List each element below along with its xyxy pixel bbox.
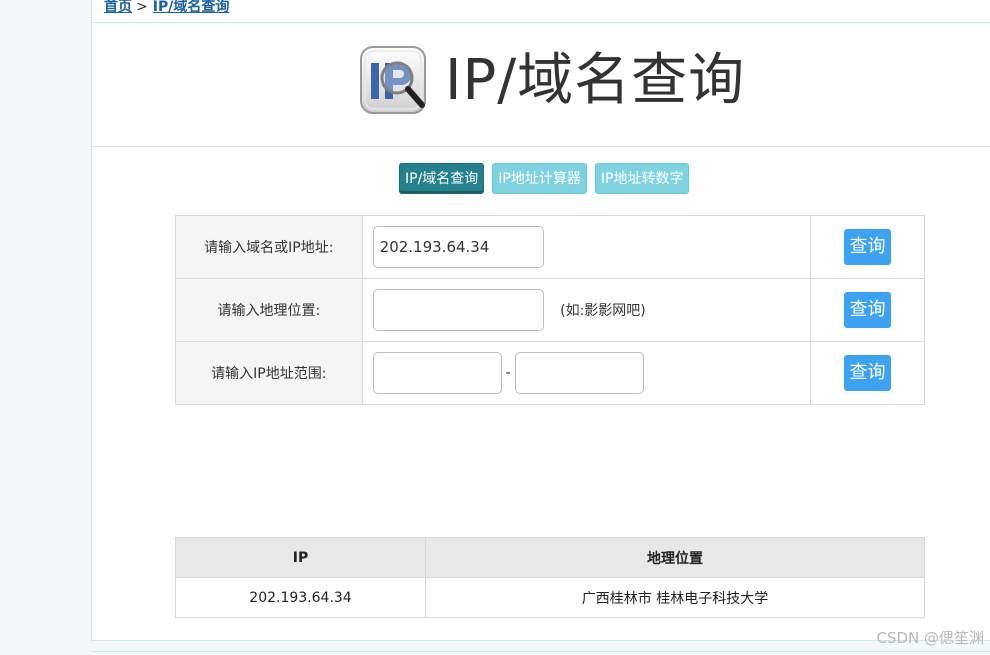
range-end-input[interactable] [514,352,644,394]
domain-query-row: 请输入域名或IP地址: 查询 [175,215,925,279]
location-hint: (如:影影网吧) [560,303,646,319]
tool-tabs: IP/域名查询 IP地址计算器 IP地址转数字 [399,163,690,194]
header-divider [92,146,990,147]
range-start-input[interactable] [372,352,502,394]
location-action-cell: 查询 [810,278,925,342]
range-field-cell: - [361,341,812,405]
location-label: 请输入地理位置: [175,278,363,342]
breadcrumb-current-link[interactable]: IP/域名查询 [153,0,230,15]
ip-magnifier-icon [359,45,429,117]
result-location-cell: 广西桂林市 桂林电子科技大学 [425,577,925,618]
bottom-divider [91,651,990,655]
domain-label: 请输入域名或IP地址: [175,215,363,279]
tab-ip-to-number[interactable]: IP地址转数字 [594,163,690,194]
results-table: IP 地理位置 202.193.64.34 广西桂林市 桂林电子科技大学 [175,537,925,618]
domain-action-cell: 查询 [810,215,925,279]
page-header: IP/域名查询 [359,44,745,118]
location-query-button[interactable]: 查询 [844,292,892,328]
breadcrumb-home-link[interactable]: 首页 [104,0,132,15]
breadcrumb-separator: > [136,0,148,15]
range-action-cell: 查询 [810,341,925,405]
breadcrumb: 首页 > IP/域名查询 [104,0,229,19]
range-query-row: 请输入IP地址范围: - 查询 [175,341,925,405]
column-header-ip: IP [175,537,426,578]
range-query-button[interactable]: 查询 [844,355,892,391]
domain-query-button[interactable]: 查询 [844,229,892,265]
tab-ip-calculator[interactable]: IP地址计算器 [492,163,587,194]
table-row: 202.193.64.34 广西桂林市 桂林电子科技大学 [175,577,925,618]
results-header-row: IP 地理位置 [175,537,925,578]
page-title: IP/域名查询 [445,48,746,113]
range-label: 请输入IP地址范围: [175,341,363,405]
column-header-location: 地理位置 [425,537,925,578]
watermark: CSDN @偲笙渊 [876,629,984,647]
location-query-row: 请输入地理位置: (如:影影网吧) 查询 [175,278,925,342]
query-form-table: 请输入域名或IP地址: 查询 请输入地理位置: (如:影影网吧) 查询 请输入I… [175,215,925,405]
result-ip-cell: 202.193.64.34 [175,577,426,618]
domain-field-cell [361,215,812,279]
domain-ip-input[interactable] [372,226,544,268]
breadcrumb-divider [92,22,990,23]
location-field-cell: (如:影影网吧) [361,278,812,342]
location-input[interactable] [372,289,544,331]
left-sidebar-strip [0,0,91,655]
range-separator: - [505,365,511,381]
main-content: 首页 > IP/域名查询 IP/域名查询 IP/域名查询 IP地址计算器 IP地… [91,0,990,641]
tab-ip-domain-query[interactable]: IP/域名查询 [399,163,485,194]
